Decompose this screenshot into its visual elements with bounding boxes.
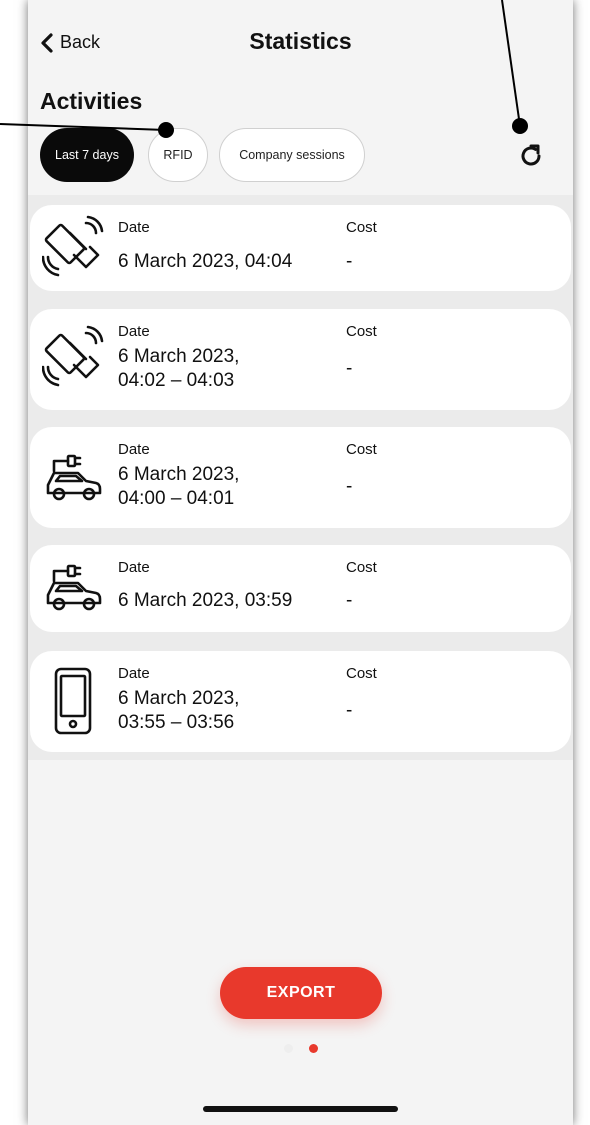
activity-card[interactable]: Date 6 March 2023, 04:02 – 04:03 Cost -: [30, 309, 571, 410]
date-value-line1: 6 March 2023,: [118, 688, 240, 709]
activity-card[interactable]: Date 6 March 2023, 04:04 Cost -: [30, 205, 571, 291]
ev-charging-car-icon: [46, 564, 102, 611]
filter-chip-label: Last 7 days: [55, 148, 119, 162]
page-title: Statistics: [249, 28, 352, 54]
date-value-line1: 6 March 2023,: [118, 464, 240, 485]
cost-value: -: [346, 590, 353, 611]
filter-chip-label: Company sessions: [239, 148, 345, 162]
date-value-line2: 03:55 – 03:56: [118, 712, 235, 733]
date-label: Date: [118, 559, 150, 576]
date-label: Date: [118, 665, 150, 682]
export-button[interactable]: EXPORT: [220, 967, 382, 1019]
page-indicator-dot[interactable]: [284, 1044, 293, 1053]
ev-charging-car-icon: [46, 454, 102, 501]
cost-value: -: [346, 358, 353, 379]
activity-list: Date 6 March 2023, 04:04 Cost - Date 6 M…: [28, 195, 573, 760]
header: Back Statistics Activities Last 7 days R…: [28, 0, 573, 195]
rfid-card-icon: [42, 215, 104, 277]
cost-value: -: [346, 251, 353, 272]
date-label: Date: [118, 219, 150, 236]
activity-card[interactable]: Date 6 March 2023, 04:00 – 04:01 Cost -: [30, 427, 571, 528]
filter-chip-label: RFID: [163, 148, 193, 162]
date-label: Date: [118, 323, 150, 340]
date-label: Date: [118, 441, 150, 458]
filter-chip-company-sessions[interactable]: Company sessions: [219, 128, 365, 182]
date-value: 6 March 2023, 04:04: [118, 251, 293, 272]
date-value-line2: 04:02 – 04:03: [118, 370, 235, 391]
cost-value: -: [346, 476, 353, 497]
cost-label: Cost: [346, 441, 377, 458]
home-indicator: [203, 1106, 398, 1112]
activity-card[interactable]: Date 6 March 2023, 03:59 Cost -: [30, 545, 571, 632]
phone-screen: Back Statistics Activities Last 7 days R…: [28, 0, 573, 1125]
date-value-line2: 04:00 – 04:01: [118, 488, 235, 509]
refresh-icon[interactable]: [518, 143, 544, 169]
cost-label: Cost: [346, 665, 377, 682]
date-value-line1: 6 March 2023,: [118, 346, 240, 367]
cost-label: Cost: [346, 323, 377, 340]
filter-chip-last-7-days[interactable]: Last 7 days: [40, 128, 134, 182]
date-value: 6 March 2023, 03:59: [118, 590, 293, 611]
activity-card[interactable]: Date 6 March 2023, 03:55 – 03:56 Cost -: [30, 651, 571, 752]
section-title: Activities: [40, 88, 143, 114]
page-indicator-dot-active[interactable]: [309, 1044, 318, 1053]
mobile-phone-icon: [54, 667, 92, 735]
export-label: EXPORT: [266, 984, 336, 1001]
cost-label: Cost: [346, 559, 377, 576]
rfid-card-icon: [42, 325, 104, 387]
filter-chip-rfid[interactable]: RFID: [148, 128, 208, 182]
cost-value: -: [346, 700, 353, 721]
cost-label: Cost: [346, 219, 377, 236]
